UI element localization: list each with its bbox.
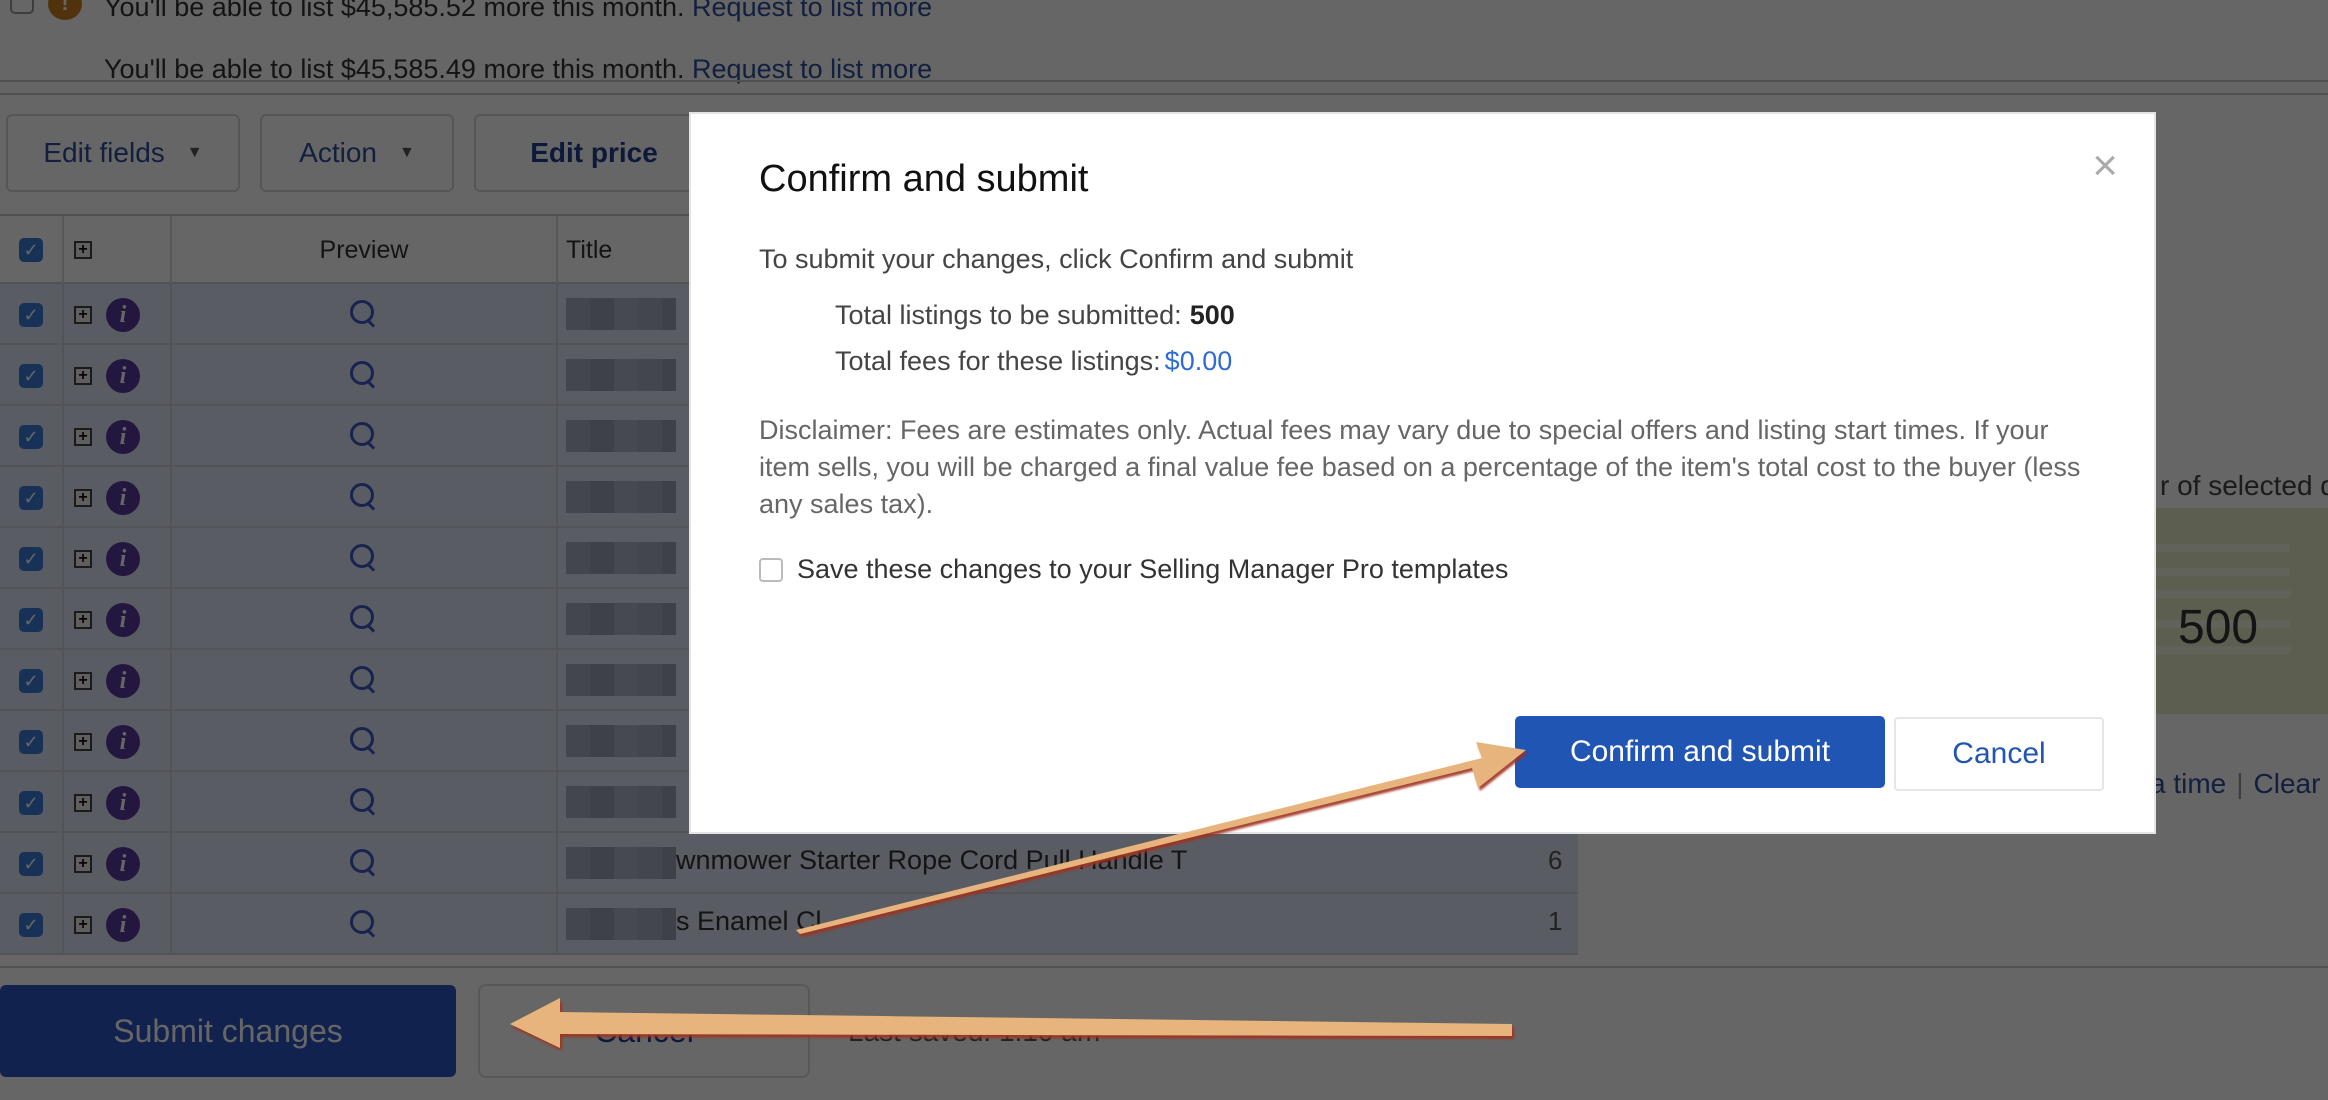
total-listings-value: 500 [1189, 300, 1235, 330]
close-icon[interactable]: × [2092, 144, 2118, 188]
total-fees-value-link[interactable]: $0.00 [1165, 346, 1233, 376]
total-fees-line: Total fees for these listings: $0.00 [835, 346, 1232, 377]
dialog-intro: To submit your changes, click Confirm an… [759, 244, 1354, 274]
total-listings-line: Total listings to be submitted: 500 [835, 300, 1235, 331]
dialog-title: Confirm and submit [759, 158, 1089, 200]
dialog-cancel-button[interactable]: Cancel [1894, 717, 2104, 791]
total-fees-label: Total fees for these listings: [835, 346, 1161, 376]
confirm-submit-dialog: Confirm and submit × To submit your chan… [689, 112, 2156, 834]
fees-disclaimer: Disclaimer: Fees are estimates only. Act… [759, 415, 2081, 519]
save-templates-checkbox[interactable] [759, 557, 783, 582]
save-templates-label[interactable]: Save these changes to your Selling Manag… [797, 554, 1508, 585]
total-listings-label: Total listings to be submitted: [835, 300, 1182, 330]
confirm-and-submit-button[interactable]: Confirm and submit [1515, 716, 1885, 788]
save-templates-option[interactable]: Save these changes to your Selling Manag… [759, 554, 1508, 585]
